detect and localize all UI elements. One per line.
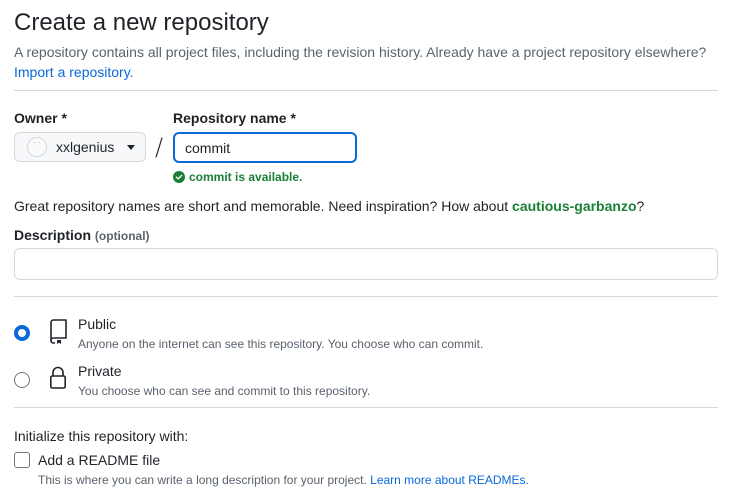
- owner-repo-separator: /: [155, 133, 164, 161]
- repository-name-label: Repository name *: [173, 110, 296, 126]
- chevron-down-icon: [127, 144, 135, 150]
- description-label-text: Description: [14, 227, 92, 243]
- repo-icon: [47, 319, 69, 350]
- owner-name: xxlgenius: [56, 139, 115, 155]
- readme-label[interactable]: Add a README file: [38, 450, 160, 470]
- private-option-title: Private: [78, 363, 122, 379]
- learn-more-readme-link[interactable]: Learn more about READMEs.: [370, 473, 529, 487]
- repository-name-input[interactable]: [173, 132, 357, 163]
- suggested-name-link[interactable]: cautious-garbanzo: [512, 198, 636, 214]
- readme-description: This is where you can write a long descr…: [38, 472, 529, 488]
- owner-select-button[interactable]: ˙˙ xxlgenius: [14, 132, 146, 162]
- divider: [14, 296, 718, 297]
- suggestion-prefix: Great repository names are short and mem…: [14, 198, 513, 214]
- initialize-heading: Initialize this repository with:: [14, 428, 189, 444]
- description-input[interactable]: [14, 248, 718, 280]
- availability-text: commit is available.: [189, 170, 303, 184]
- readme-description-text: This is where you can write a long descr…: [38, 473, 371, 487]
- divider: [14, 407, 718, 408]
- lock-icon: [49, 366, 67, 395]
- public-radio[interactable]: [14, 325, 30, 341]
- optional-tag: (optional): [94, 229, 150, 243]
- intro-text: A repository contains all project files,…: [14, 44, 707, 60]
- owner-label: Owner *: [14, 110, 67, 126]
- suggestion-suffix: ?: [636, 198, 645, 214]
- page-title: Create a new repository: [14, 9, 269, 36]
- public-option-title: Public: [78, 316, 117, 332]
- check-circle-icon: [173, 171, 185, 183]
- divider: [14, 90, 718, 91]
- description-label: Description (optional): [14, 225, 150, 246]
- name-suggestion-text: Great repository names are short and mem…: [14, 196, 644, 216]
- private-option-description: You choose who can see and commit to thi…: [78, 384, 371, 398]
- public-option-description: Anyone on the internet can see this repo…: [78, 337, 484, 351]
- avatar-icon: ˙˙: [27, 137, 47, 157]
- readme-checkbox[interactable]: [14, 452, 30, 468]
- import-repository-link[interactable]: Import a repository.: [14, 62, 134, 82]
- private-radio[interactable]: [14, 372, 30, 388]
- availability-status: commit is available.: [173, 169, 302, 185]
